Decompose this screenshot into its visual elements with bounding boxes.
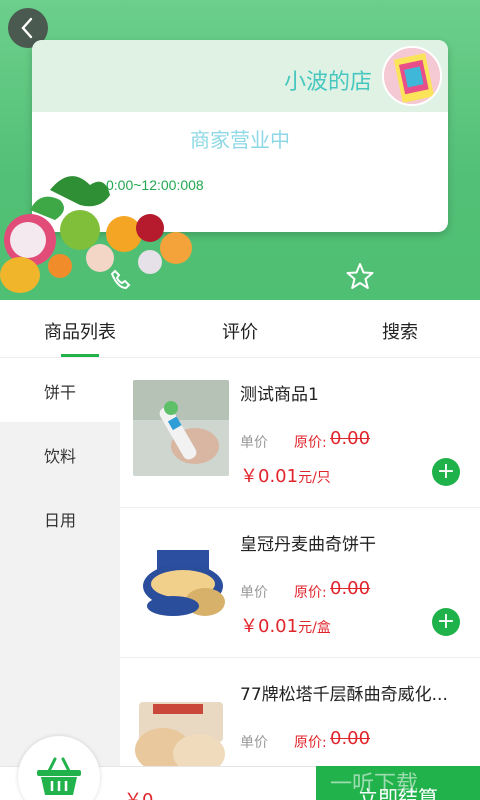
- category-biscuits[interactable]: 饼干: [0, 358, 120, 422]
- phone-icon[interactable]: [110, 268, 132, 290]
- tab-search[interactable]: 搜索: [320, 300, 480, 357]
- chevron-left-icon: [21, 17, 33, 39]
- product-price: ￥0.01元/盒: [240, 612, 331, 638]
- unit-price-label: 单价: [240, 435, 268, 451]
- tab-reviews[interactable]: 评价: [160, 300, 320, 357]
- plus-icon: +: [436, 459, 456, 484]
- avatar-image: [384, 48, 440, 104]
- original-price: 0.00: [330, 428, 371, 449]
- product-name: 77牌松塔千层酥曲奇威化...: [240, 685, 448, 705]
- cart-total: ￥0: [124, 786, 153, 800]
- product-list: 测试商品1 单价 原价: 0.00 ￥0.01元/只 + 皇冠丹麦曲奇饼干 单价…: [120, 358, 480, 768]
- product-item[interactable]: 77牌松塔千层酥曲奇威化... 单价 原价: 0.00: [120, 658, 480, 768]
- shop-name: 小波的店: [283, 70, 372, 95]
- original-price: 0.00: [330, 728, 371, 749]
- price-value: ￥0.01: [240, 616, 299, 637]
- original-price-label: 原价:: [294, 735, 327, 751]
- fruit-decoration: [0, 176, 192, 293]
- category-daily[interactable]: 日用: [0, 486, 120, 550]
- price-value: ￥0.01: [240, 466, 299, 487]
- product-image[interactable]: [133, 680, 229, 768]
- product-price: ￥0.01元/只: [240, 462, 331, 488]
- product-item[interactable]: 测试商品1 单价 原价: 0.00 ￥0.01元/只 +: [120, 358, 480, 508]
- product-image[interactable]: [133, 530, 229, 626]
- price-unit: 元/盒: [298, 620, 331, 636]
- original-price-label: 原价:: [294, 435, 327, 451]
- shop-avatar[interactable]: [382, 46, 442, 106]
- original-price-label: 原价:: [294, 585, 327, 601]
- shop-card-header: 小波的店: [32, 40, 448, 112]
- unit-price-label: 单价: [240, 735, 268, 751]
- watermark: 一听下载: [330, 772, 419, 797]
- tab-products[interactable]: 商品列表: [0, 300, 160, 357]
- basket-icon: [37, 757, 81, 795]
- original-price: 0.00: [330, 578, 371, 599]
- tab-bar: 商品列表 评价 搜索: [0, 300, 480, 358]
- product-name: 皇冠丹麦曲奇饼干: [240, 535, 376, 555]
- shop-header: 小波的店 商家营业中 0:00~12:00:008: [0, 0, 480, 300]
- add-to-cart-button[interactable]: +: [432, 608, 460, 636]
- shop-status: 商家营业中: [190, 128, 290, 152]
- price-unit: 元/只: [298, 470, 331, 486]
- unit-price-label: 单价: [240, 585, 268, 601]
- add-to-cart-button[interactable]: +: [432, 458, 460, 486]
- category-sidebar: 饼干 饮料 日用: [0, 358, 120, 800]
- star-icon[interactable]: [346, 262, 374, 290]
- product-item[interactable]: 皇冠丹麦曲奇饼干 单价 原价: 0.00 ￥0.01元/盒 +: [120, 508, 480, 658]
- product-name: 测试商品1: [240, 385, 319, 405]
- plus-icon: +: [436, 609, 456, 634]
- product-image[interactable]: [133, 380, 229, 476]
- category-drinks[interactable]: 饮料: [0, 422, 120, 486]
